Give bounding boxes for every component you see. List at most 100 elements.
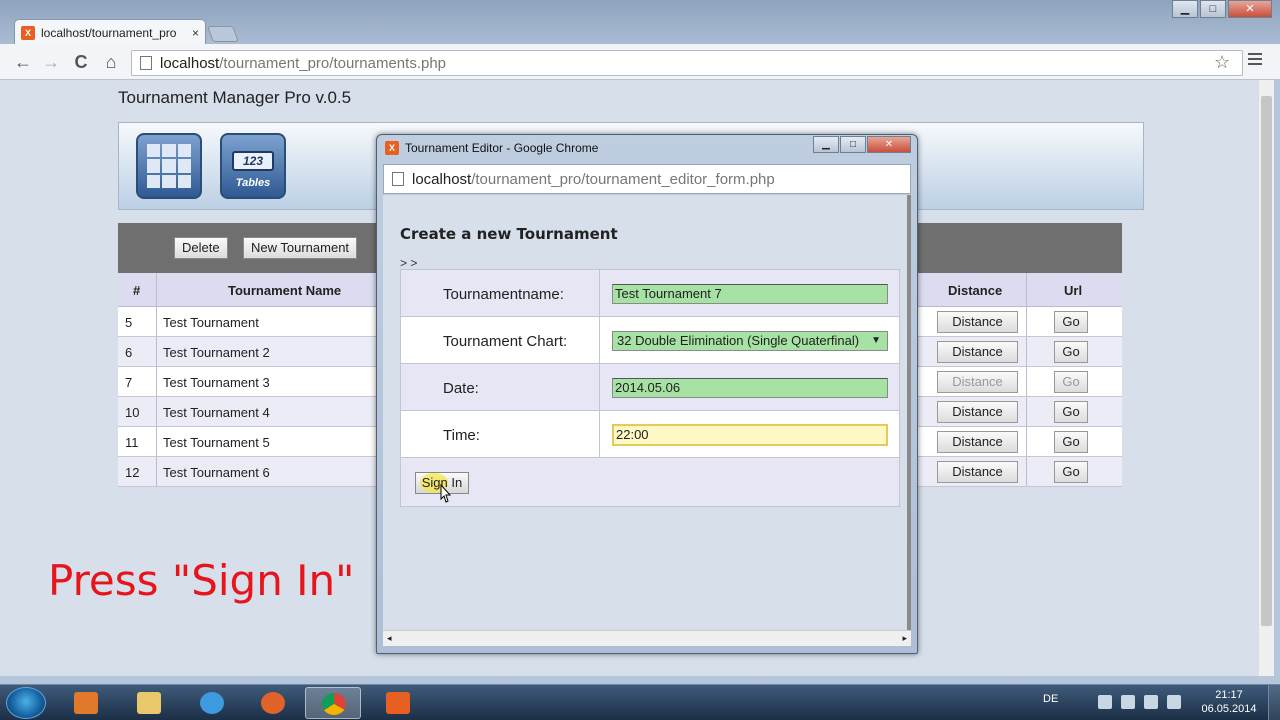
go-button[interactable]: Go	[1054, 371, 1088, 393]
go-button[interactable]: Go	[1054, 431, 1088, 453]
popup-maximize-button[interactable]: □	[840, 136, 866, 153]
home-button[interactable]: ⌂	[100, 52, 122, 72]
form-actions: Sign In	[401, 458, 899, 506]
delete-button[interactable]: Delete	[174, 237, 228, 259]
popup-hscroll[interactable]: ◂ ▸	[383, 630, 911, 646]
forward-button[interactable]: →	[40, 52, 62, 72]
row-num: 7	[125, 375, 133, 390]
taskbar-chrome[interactable]	[305, 687, 361, 719]
mouse-pointer-icon	[440, 484, 451, 503]
taskbar-firefox[interactable]	[245, 687, 301, 719]
clock-date: 06.05.2014	[1201, 703, 1257, 715]
page-icon	[140, 56, 152, 70]
clock[interactable]: 21:17 06.05.2014	[1196, 688, 1262, 716]
page-icon	[392, 172, 404, 186]
window-controls: ▁ □ ✕	[1172, 0, 1272, 18]
popup-vscroll[interactable]	[907, 195, 911, 631]
popup-minimize-button[interactable]: ▁	[813, 136, 839, 153]
language-indicator[interactable]: DE	[1043, 693, 1058, 705]
tab-close-icon[interactable]: ×	[192, 26, 199, 40]
taskbar-explorer[interactable]	[121, 687, 177, 719]
new-tournament-button[interactable]: New Tournament	[243, 237, 358, 259]
address-bar[interactable]: localhost/tournament_pro/tournaments.php	[131, 50, 1243, 76]
tables-icon-label: Tables	[235, 177, 271, 189]
system-tray	[1098, 695, 1181, 709]
start-button[interactable]	[6, 687, 46, 719]
row-name: Test Tournament 6	[163, 465, 270, 480]
row-name: Test Tournament	[163, 315, 259, 330]
popup-url-host: localhost	[412, 170, 472, 188]
popup-content: Create a new Tournament > > Tournamentna…	[383, 195, 911, 631]
popup-close-button[interactable]: ✕	[867, 136, 911, 153]
go-button[interactable]: Go	[1054, 341, 1088, 363]
header-name: Tournament Name	[228, 283, 342, 298]
tournament-form: Tournamentname: Test Tournament 7 Tourna…	[400, 269, 900, 507]
distance-button[interactable]: Distance	[937, 371, 1018, 393]
distance-button[interactable]: Distance	[937, 341, 1018, 363]
xampp-favicon-icon: X	[21, 25, 35, 40]
go-button[interactable]: Go	[1054, 401, 1088, 423]
date-input[interactable]: 2014.05.06	[612, 378, 888, 398]
taskbar-internet-explorer[interactable]	[184, 687, 240, 719]
chart-label: Tournament Chart:	[443, 333, 568, 350]
tournament-name-input[interactable]: Test Tournament 7	[612, 284, 888, 304]
time-label: Time:	[443, 427, 480, 444]
close-button[interactable]: ✕	[1228, 0, 1272, 18]
form-title: Create a new Tournament	[400, 225, 618, 243]
go-button[interactable]: Go	[1054, 311, 1088, 333]
header-url: Url	[1064, 283, 1083, 298]
taskbar-xampp[interactable]	[370, 687, 426, 719]
popup-url-path: /tournament_pro/tournament_editor_form.p…	[471, 170, 775, 188]
tournament-chart-select[interactable]: 32 Double Elimination (Single Quaterfina…	[612, 331, 888, 351]
scroll-right-icon[interactable]: ▸	[902, 633, 907, 644]
popup-window-controls: ▁ □ ✕	[813, 136, 911, 153]
chart-selected-value: 32 Double Elimination (Single Quaterfina…	[617, 333, 860, 348]
form-row-name: Tournamentname: Test Tournament 7	[401, 270, 899, 317]
tournaments-grid-icon[interactable]	[136, 133, 202, 199]
distance-button[interactable]: Distance	[937, 401, 1018, 423]
chrome-menu-icon[interactable]	[1248, 53, 1262, 68]
page-scrollbar[interactable]	[1258, 80, 1274, 676]
row-num: 12	[125, 465, 140, 480]
scroll-left-icon[interactable]: ◂	[387, 633, 392, 644]
maximize-button[interactable]: □	[1200, 0, 1226, 18]
flag-icon[interactable]	[1098, 695, 1112, 709]
device-icon[interactable]	[1121, 695, 1135, 709]
name-label: Tournamentname:	[443, 286, 564, 303]
tournament-editor-window: X Tournament Editor - Google Chrome ▁ □ …	[376, 134, 918, 654]
distance-button[interactable]: Distance	[937, 311, 1018, 333]
time-input[interactable]: 22:00	[612, 424, 888, 446]
row-name: Test Tournament 2	[163, 345, 270, 360]
new-tab-button[interactable]	[207, 26, 239, 42]
go-button[interactable]: Go	[1054, 461, 1088, 483]
header-distance: Distance	[948, 283, 1003, 298]
popup-title: Tournament Editor - Google Chrome	[405, 141, 599, 155]
taskbar-media-player[interactable]	[58, 687, 114, 719]
row-num: 5	[125, 315, 133, 330]
date-label: Date:	[443, 380, 479, 397]
tables-icon[interactable]: 123 Tables	[220, 133, 286, 199]
network-icon[interactable]	[1144, 695, 1158, 709]
url-path: /tournament_pro/tournaments.php	[219, 54, 447, 72]
header-num: #	[133, 283, 141, 298]
tab-strip: X localhost/tournament_pro × ▁ □ ✕	[0, 0, 1280, 45]
form-row-time: Time: 22:00	[401, 411, 899, 458]
popup-titlebar: X Tournament Editor - Google Chrome	[385, 141, 598, 155]
clock-time: 21:17	[1215, 689, 1243, 701]
popup-address-bar[interactable]: localhost/tournament_pro/tournament_edit…	[383, 164, 911, 194]
bookmark-star-icon[interactable]: ☆	[1214, 52, 1230, 73]
row-name: Test Tournament 5	[163, 435, 270, 450]
distance-button[interactable]: Distance	[937, 461, 1018, 483]
row-num: 10	[125, 405, 140, 420]
show-desktop-button[interactable]	[1268, 685, 1280, 720]
row-name: Test Tournament 4	[163, 405, 270, 420]
browser-tab[interactable]: X localhost/tournament_pro ×	[14, 19, 206, 45]
row-num: 6	[125, 345, 133, 360]
browser-toolbar: ← → C ⌂ localhost/tournament_pro/tournam…	[0, 44, 1280, 80]
reload-button[interactable]: C	[70, 52, 92, 72]
minimize-button[interactable]: ▁	[1172, 0, 1198, 18]
volume-icon[interactable]	[1167, 695, 1181, 709]
back-button[interactable]: ←	[12, 52, 34, 72]
tables-icon-number: 123	[232, 151, 274, 171]
distance-button[interactable]: Distance	[937, 431, 1018, 453]
